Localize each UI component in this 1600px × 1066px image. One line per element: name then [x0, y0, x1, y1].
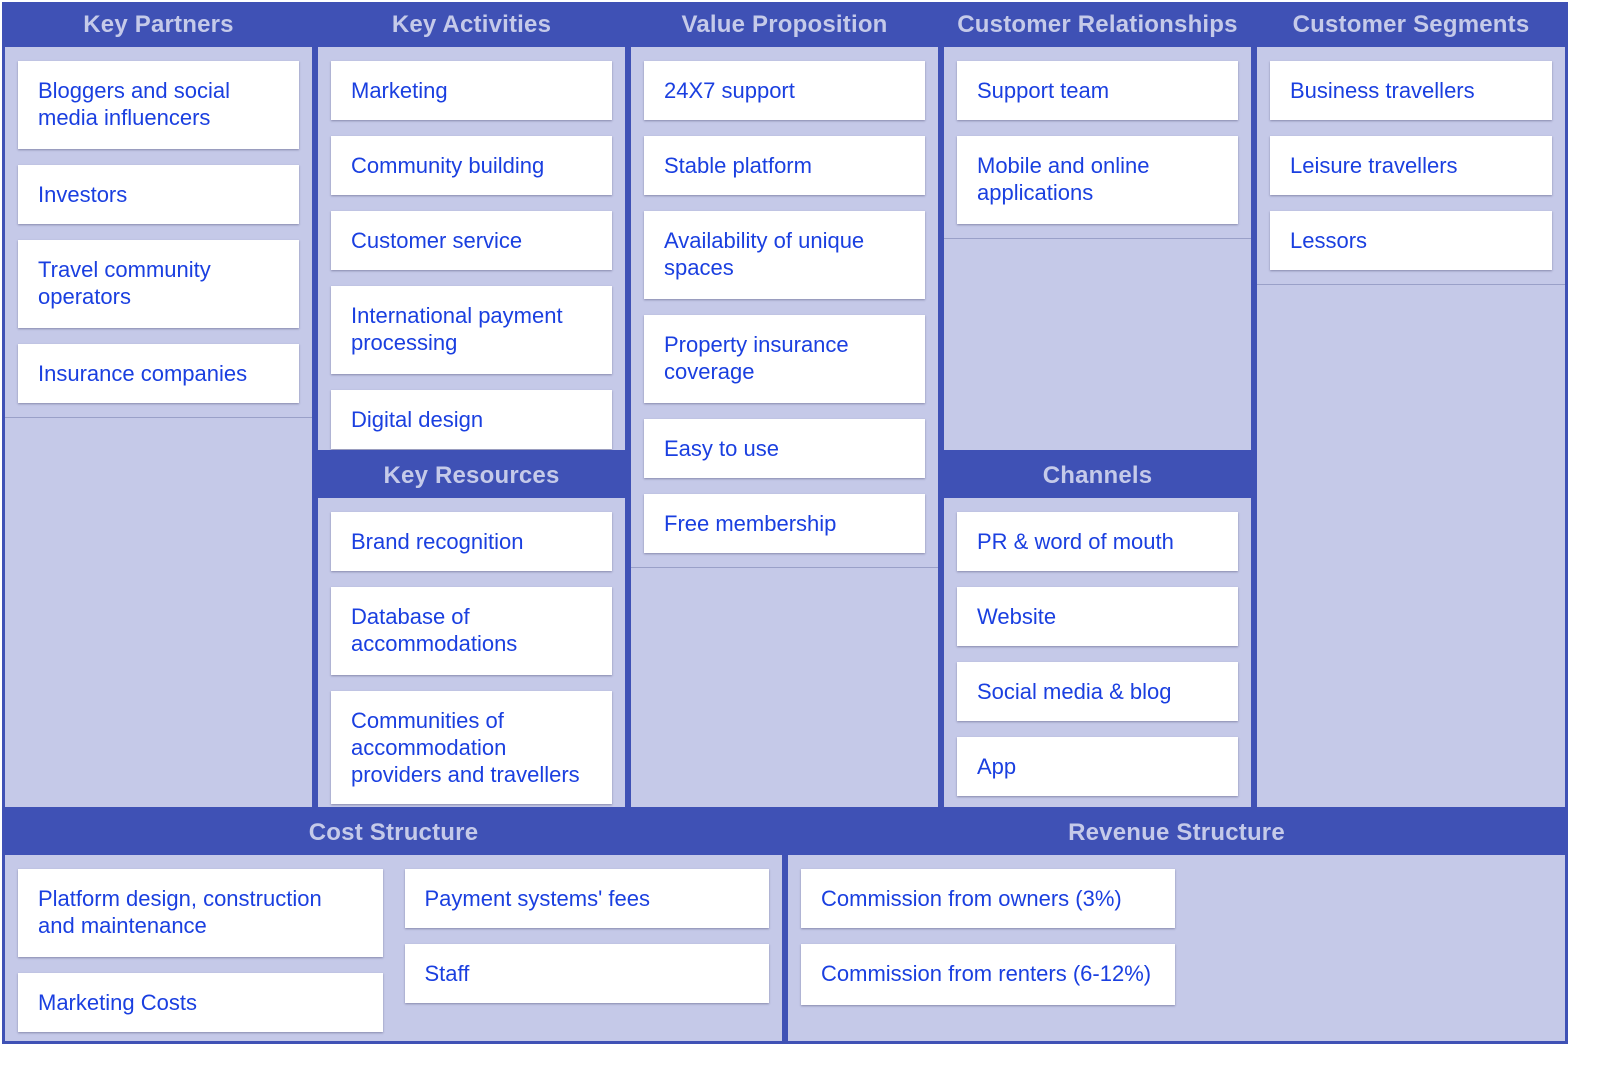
customer-relationships-list: Support team Mobile and online applicati… — [944, 47, 1251, 239]
key-activity-card[interactable]: Marketing — [331, 61, 612, 120]
key-partner-card[interactable]: Investors — [18, 165, 299, 224]
key-partner-card[interactable]: Bloggers and social media influencers — [18, 61, 299, 149]
customer-segment-card[interactable]: Leisure travellers — [1270, 136, 1552, 195]
value-proposition-card[interactable]: Free membership — [644, 494, 925, 553]
value-proposition-list: 24X7 support Stable platform Availabilit… — [631, 47, 938, 568]
cost-card[interactable]: Payment systems' fees — [404, 869, 769, 928]
customer-relationships-block: Customer Relationships Support team Mobi… — [941, 2, 1254, 453]
revenue-structure-column: Commission from owners (3%) Commission f… — [801, 869, 1175, 1005]
revenue-structure-header: Revenue Structure — [788, 813, 1565, 855]
key-resource-card[interactable]: Database of accommodations — [331, 587, 612, 675]
customer-segments-header: Customer Segments — [1257, 5, 1565, 47]
channels-list: PR & word of mouth Website Social media … — [944, 498, 1251, 807]
cost-card[interactable]: Platform design, construction and mainte… — [18, 869, 383, 957]
customer-segments-block: Customer Segments Business travellers Le… — [1254, 2, 1568, 810]
key-activity-card[interactable]: International payment processing — [331, 286, 612, 374]
customer-relationships-header: Customer Relationships — [944, 5, 1251, 47]
cost-structure-column: Platform design, construction and mainte… — [18, 869, 383, 1032]
revenue-structure-block: Revenue Structure Commission from owners… — [785, 810, 1568, 1044]
cost-card[interactable]: Staff — [404, 944, 769, 1003]
key-activity-card[interactable]: Digital design — [331, 390, 612, 449]
customer-segment-card[interactable]: Lessors — [1270, 211, 1552, 270]
channel-card[interactable]: App — [957, 737, 1238, 796]
key-partners-header: Key Partners — [5, 5, 312, 47]
revenue-structure-empty-column — [1197, 869, 1552, 1005]
key-activity-card[interactable]: Customer service — [331, 211, 612, 270]
channel-card[interactable]: Website — [957, 587, 1238, 646]
value-proposition-card[interactable]: Property insurance coverage — [644, 315, 925, 403]
key-partners-list: Bloggers and social media influencers In… — [5, 47, 312, 418]
channel-card[interactable]: Social media & blog — [957, 662, 1238, 721]
value-proposition-card[interactable]: Availability of unique spaces — [644, 211, 925, 299]
revenue-card[interactable]: Commission from renters (6-12%) — [801, 944, 1175, 1005]
key-partners-block: Key Partners Bloggers and social media i… — [2, 2, 315, 810]
value-proposition-card[interactable]: Easy to use — [644, 419, 925, 478]
business-model-canvas: Key Partners Bloggers and social media i… — [0, 0, 1600, 1066]
channels-block: Channels PR & word of mouth Website Soci… — [941, 453, 1254, 810]
key-resources-list: Brand recognition Database of accommodat… — [318, 498, 625, 807]
value-proposition-header: Value Proposition — [631, 5, 938, 47]
key-activity-card[interactable]: Community building — [331, 136, 612, 195]
cost-structure-grid: Platform design, construction and mainte… — [5, 855, 782, 1041]
key-activities-header: Key Activities — [318, 5, 625, 47]
value-proposition-block: Value Proposition 24X7 support Stable pl… — [628, 2, 941, 810]
key-activities-list: Marketing Community building Customer se… — [318, 47, 625, 450]
key-resource-card[interactable]: Brand recognition — [331, 512, 612, 571]
channels-header: Channels — [944, 456, 1251, 498]
cost-structure-block: Cost Structure Platform design, construc… — [2, 810, 785, 1044]
value-proposition-card[interactable]: Stable platform — [644, 136, 925, 195]
key-partner-card[interactable]: Travel community operators — [18, 240, 299, 328]
customer-segments-list: Business travellers Leisure travellers L… — [1257, 47, 1565, 285]
cost-structure-column: Payment systems' fees Staff — [404, 869, 769, 1032]
value-proposition-card[interactable]: 24X7 support — [644, 61, 925, 120]
key-resources-header: Key Resources — [318, 456, 625, 498]
customer-segment-card[interactable]: Business travellers — [1270, 61, 1552, 120]
customer-relationship-card[interactable]: Support team — [957, 61, 1238, 120]
key-partner-card[interactable]: Insurance companies — [18, 344, 299, 403]
channel-card[interactable]: PR & word of mouth — [957, 512, 1238, 571]
revenue-card[interactable]: Commission from owners (3%) — [801, 869, 1175, 928]
revenue-structure-grid: Commission from owners (3%) Commission f… — [788, 855, 1565, 1019]
cost-structure-header: Cost Structure — [5, 813, 782, 855]
key-activities-block: Key Activities Marketing Community build… — [315, 2, 628, 453]
key-resources-block: Key Resources Brand recognition Database… — [315, 453, 628, 810]
cost-card[interactable]: Marketing Costs — [18, 973, 383, 1032]
customer-relationship-card[interactable]: Mobile and online applications — [957, 136, 1238, 224]
key-resource-card[interactable]: Communities of accommodation providers a… — [331, 691, 612, 804]
